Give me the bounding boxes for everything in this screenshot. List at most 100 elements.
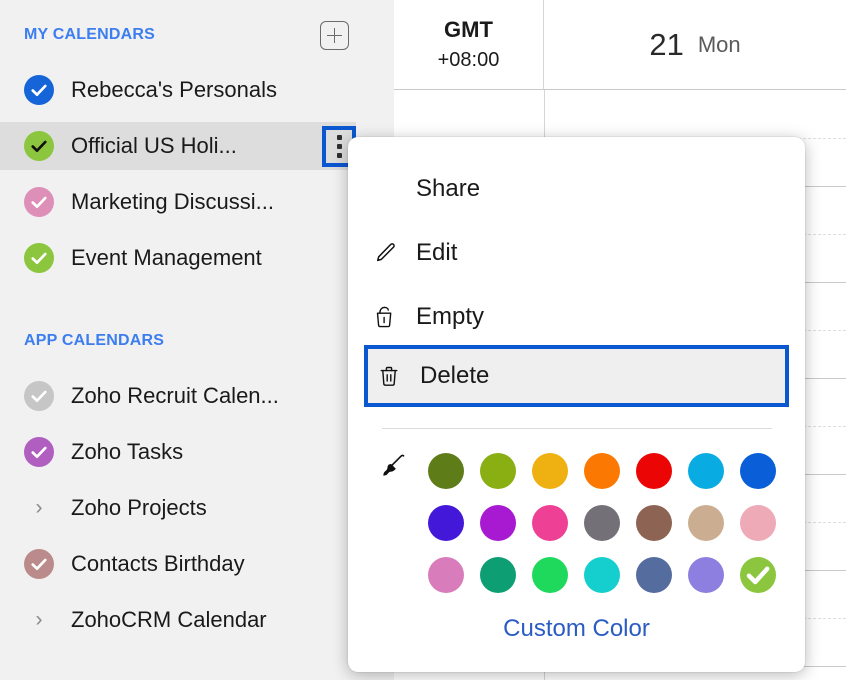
color-swatch-cell[interactable]	[680, 445, 732, 497]
calendar-context-menu: Share Edit Empty Delete Custom Color	[348, 137, 805, 672]
menu-item-label: Empty	[416, 303, 485, 330]
dot	[336, 135, 342, 140]
add-calendar-button[interactable]	[320, 21, 349, 50]
color-swatch-1-4[interactable]	[636, 505, 672, 541]
sidebar-item-rebeccas-personals[interactable]: Rebecca's Personals	[0, 66, 394, 114]
color-swatch-1-1[interactable]	[480, 505, 516, 541]
timezone-name: GMT	[444, 17, 493, 42]
sidebar-item-contacts-birthday[interactable]: Contacts Birthday	[0, 540, 394, 588]
day-number: 21	[649, 26, 684, 62]
color-swatch-2-0[interactable]	[428, 557, 464, 593]
color-palette[interactable]	[420, 445, 784, 601]
color-swatch-0-0[interactable]	[428, 453, 464, 489]
calendar-check-icon[interactable]	[24, 381, 54, 411]
color-swatch-cell[interactable]	[576, 497, 628, 549]
color-swatch-cell[interactable]	[524, 549, 576, 601]
menu-item-label: Delete	[420, 362, 490, 389]
calendar-check-icon[interactable]	[24, 131, 54, 161]
color-swatch-cell[interactable]	[576, 445, 628, 497]
color-swatch-cell[interactable]	[420, 497, 472, 549]
selected-check-icon	[746, 566, 770, 585]
color-swatch-cell[interactable]	[680, 549, 732, 601]
color-swatch-cell[interactable]	[524, 445, 576, 497]
dot	[336, 144, 342, 149]
calendar-check-icon[interactable]	[24, 549, 54, 579]
color-swatch-2-3[interactable]	[584, 557, 620, 593]
color-swatch-cell[interactable]	[628, 497, 680, 549]
sidebar-item-zoho-projects[interactable]: › Zoho Projects	[0, 484, 394, 532]
color-swatch-cell[interactable]	[524, 497, 576, 549]
color-swatch-0-2[interactable]	[532, 453, 568, 489]
menu-item-label: Share	[416, 175, 481, 202]
menu-item-label: Edit	[416, 239, 458, 266]
section-header-app-calendars: APP CALENDARS	[24, 332, 165, 349]
color-swatch-cell[interactable]	[472, 445, 524, 497]
sidebar-item-zohocrm-calendar[interactable]: › ZohoCRM Calendar	[0, 596, 394, 644]
color-swatch-cell[interactable]	[420, 445, 472, 497]
chevron-right-icon[interactable]: ›	[24, 605, 54, 635]
color-swatch-1-2[interactable]	[532, 505, 568, 541]
sidebar-item-label: Zoho Projects	[71, 495, 207, 520]
sidebar-item-label: Contacts Birthday	[71, 551, 245, 576]
trash-open-icon	[364, 305, 406, 329]
menu-item-share[interactable]: Share	[364, 165, 789, 213]
color-swatch-cell[interactable]	[732, 497, 784, 549]
calendar-check-icon[interactable]	[24, 187, 54, 217]
color-swatch-2-2[interactable]	[532, 557, 568, 593]
calendar-check-icon[interactable]	[24, 243, 54, 273]
custom-color-link[interactable]: Custom Color	[348, 615, 805, 643]
color-swatch-cell[interactable]	[732, 549, 784, 601]
color-swatch-cell[interactable]	[628, 445, 680, 497]
sidebar-item-label: Zoho Tasks	[71, 439, 184, 464]
sidebar-item-label: Rebecca's Personals	[71, 77, 277, 102]
sidebar-item-label: Marketing Discussi...	[71, 189, 274, 214]
menu-item-empty[interactable]: Empty	[364, 293, 789, 341]
color-swatch-1-0[interactable]	[428, 505, 464, 541]
color-swatch-cell[interactable]	[472, 497, 524, 549]
day-header-mon[interactable]: 21 Mon	[544, 0, 846, 90]
timezone-offset: +08:00	[437, 49, 500, 71]
color-swatch-cell[interactable]	[472, 549, 524, 601]
trash-icon	[368, 364, 410, 388]
sidebar-item-zoho-recruit-calendar[interactable]: Zoho Recruit Calen...	[0, 372, 394, 420]
sidebar-item-label: ZohoCRM Calendar	[71, 607, 267, 632]
color-swatch-0-4[interactable]	[636, 453, 672, 489]
sidebar-item-label: Zoho Recruit Calen...	[71, 383, 279, 408]
day-name: Mon	[697, 31, 741, 57]
pencil-icon	[364, 241, 406, 265]
color-swatch-cell[interactable]	[420, 549, 472, 601]
sidebar-item-label: Event Management	[71, 245, 262, 270]
color-swatch-cell[interactable]	[680, 497, 732, 549]
menu-item-delete[interactable]: Delete	[364, 345, 789, 407]
color-swatch-cell[interactable]	[576, 549, 628, 601]
calendar-sidebar: MY CALENDARS Rebecca's Personals Officia…	[0, 0, 394, 680]
color-swatch-1-5[interactable]	[688, 505, 724, 541]
sidebar-item-event-management[interactable]: Event Management	[0, 234, 394, 282]
sidebar-item-official-us-holidays[interactable]: Official US Holi...	[0, 122, 356, 170]
chevron-right-icon[interactable]: ›	[24, 493, 54, 523]
color-swatch-cell[interactable]	[628, 549, 680, 601]
sidebar-item-label: Official US Holi...	[71, 133, 237, 158]
color-swatch-2-5[interactable]	[688, 557, 724, 593]
menu-divider	[382, 428, 772, 429]
color-swatch-1-3[interactable]	[584, 505, 620, 541]
color-swatch-2-1[interactable]	[480, 557, 516, 593]
calendar-check-icon[interactable]	[24, 75, 54, 105]
sidebar-item-marketing-discussions[interactable]: Marketing Discussi...	[0, 178, 394, 226]
color-swatch-0-1[interactable]	[480, 453, 516, 489]
color-swatch-1-6[interactable]	[740, 505, 776, 541]
calendar-check-icon[interactable]	[24, 437, 54, 467]
sidebar-item-zoho-tasks[interactable]: Zoho Tasks	[0, 428, 394, 476]
section-header-my-calendars: MY CALENDARS	[24, 26, 156, 43]
color-swatch-2-6[interactable]	[740, 557, 776, 593]
menu-item-edit[interactable]: Edit	[364, 229, 789, 277]
paintbrush-icon	[380, 452, 408, 480]
custom-color-label: Custom Color	[503, 615, 650, 642]
color-swatch-cell[interactable]	[732, 445, 784, 497]
color-swatch-0-6[interactable]	[740, 453, 776, 489]
app-root: MY CALENDARS Rebecca's Personals Officia…	[0, 0, 846, 680]
color-swatch-0-3[interactable]	[584, 453, 620, 489]
color-swatch-0-5[interactable]	[688, 453, 724, 489]
timezone-header: GMT +08:00	[394, 0, 544, 90]
color-swatch-2-4[interactable]	[636, 557, 672, 593]
